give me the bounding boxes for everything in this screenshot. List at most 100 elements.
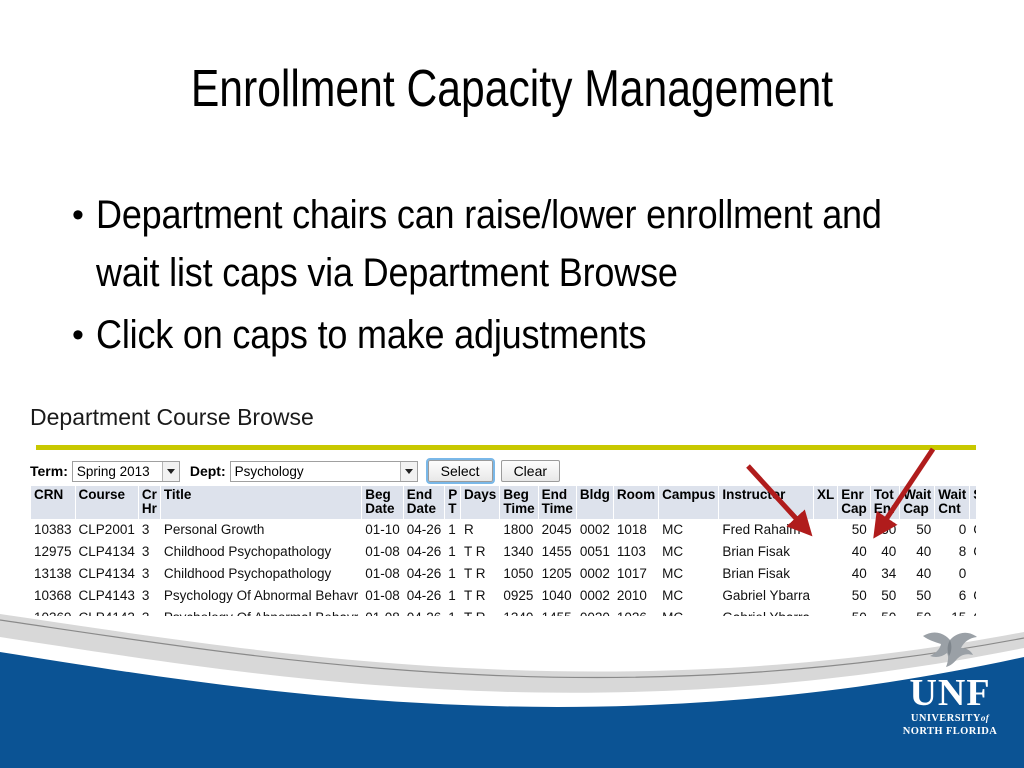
cell-cr-hr: 3 — [138, 541, 160, 563]
bullet-text: Click on caps to make adjustments — [96, 313, 647, 357]
cell-tot-enr: 34 — [870, 563, 900, 585]
cell-instructor: Brian Fisak — [719, 541, 813, 563]
cell-wait-cap[interactable]: 50 — [900, 519, 935, 541]
cell-room: 1018 — [613, 519, 659, 541]
cell-end-date: 04-26 — [403, 563, 445, 585]
cell-campus: MC — [659, 519, 719, 541]
cell-wait-cap[interactable]: 40 — [900, 563, 935, 585]
department-course-browse-screenshot: Department Course Browse Term: Spring 20… — [30, 404, 976, 616]
cell-crn[interactable]: 13138 — [31, 563, 75, 585]
cell-room: 1103 — [613, 541, 659, 563]
col-pt[interactable]: P T — [445, 486, 461, 519]
cell-status: Closed — [970, 519, 976, 541]
col-end-date[interactable]: End Date — [403, 486, 445, 519]
col-bldg[interactable]: Bldg — [576, 486, 613, 519]
bullet-dot-icon: • — [72, 316, 84, 354]
cell-course: CLP2001 — [75, 519, 138, 541]
clear-button[interactable]: Clear — [500, 460, 561, 482]
bullet-list: • Department chairs can raise/lower enro… — [60, 186, 990, 368]
cell-instructor: Fred Rahaim — [719, 519, 813, 541]
cell-end-time: 1455 — [538, 541, 576, 563]
app-heading: Department Course Browse — [30, 404, 314, 430]
cell-wait-cap[interactable]: 40 — [900, 541, 935, 563]
cell-wait-cnt: 0 — [935, 563, 970, 585]
cell-wait-cnt: 0 — [935, 519, 970, 541]
col-days[interactable]: Days — [461, 486, 500, 519]
dept-select-value: Psychology — [234, 463, 304, 479]
cell-status — [970, 563, 976, 585]
col-end-time[interactable]: End Time — [538, 486, 576, 519]
chevron-down-icon — [399, 461, 417, 481]
cell-xl — [813, 541, 838, 563]
dept-label: Dept: — [189, 463, 226, 479]
unf-sub-university: UNIVERSITYof — [898, 712, 1002, 725]
course-table: CRN Course Cr Hr Title Beg Date End Date… — [30, 486, 976, 616]
slide-footer: UNF UNIVERSITYof NORTH FLORIDA — [0, 600, 1024, 768]
col-wait-cap[interactable]: Wait Cap — [900, 486, 935, 519]
list-item: • Click on caps to make adjustments — [60, 306, 990, 364]
term-select[interactable]: Spring 2013 — [71, 460, 180, 482]
col-crn[interactable]: CRN — [31, 486, 75, 519]
cell-days: T R — [461, 541, 500, 563]
chevron-down-icon — [161, 461, 179, 481]
cell-course: CLP4134 — [75, 541, 138, 563]
cell-beg-date: 01-08 — [362, 563, 403, 585]
col-beg-time[interactable]: Beg Time — [500, 486, 538, 519]
col-status[interactable]: Status — [970, 486, 976, 519]
table-row[interactable]: 12975 CLP4134 3 Childhood Psychopathology 01… — [31, 541, 976, 563]
cell-xl — [813, 519, 838, 541]
cell-tot-enr: 40 — [870, 541, 900, 563]
table-header-row: CRN Course Cr Hr Title Beg Date End Date… — [31, 486, 976, 519]
col-wait-cnt[interactable]: Wait Cnt — [935, 486, 970, 519]
col-course[interactable]: Course — [75, 486, 138, 519]
cell-beg-date: 01-10 — [362, 519, 403, 541]
cell-cr-hr: 3 — [138, 519, 160, 541]
unf-sub-university-text: UNIVERSITY — [910, 713, 981, 724]
cell-instructor: Brian Fisak — [719, 563, 813, 585]
col-tot-enr[interactable]: Tot Enr — [870, 486, 900, 519]
table-header: CRN Course Cr Hr Title Beg Date End Date… — [31, 486, 976, 519]
cell-bldg: 0002 — [576, 519, 613, 541]
cell-tot-enr: 50 — [870, 519, 900, 541]
cell-crn[interactable]: 10383 — [31, 519, 75, 541]
cell-enr-cap[interactable]: 40 — [838, 541, 870, 563]
cell-title: Childhood Psychopathology — [160, 541, 362, 563]
col-enr-cap[interactable]: Enr Cap — [838, 486, 870, 519]
unf-sub-state: NORTH FLORIDA — [902, 726, 998, 737]
list-item: • Department chairs can raise/lower enro… — [60, 186, 990, 302]
col-room[interactable]: Room — [613, 486, 659, 519]
cell-days: T R — [461, 563, 500, 585]
cell-enr-cap[interactable]: 40 — [838, 563, 870, 585]
cell-crn[interactable]: 12975 — [31, 541, 75, 563]
dept-select[interactable]: Psychology — [229, 460, 418, 482]
select-button[interactable]: Select — [425, 458, 495, 484]
cell-bldg: 0002 — [576, 563, 613, 585]
cell-cr-hr: 3 — [138, 563, 160, 585]
cell-end-time: 1205 — [538, 563, 576, 585]
cell-campus: MC — [659, 563, 719, 585]
cell-beg-time: 1050 — [500, 563, 538, 585]
col-instructor[interactable]: Instructor — [719, 486, 813, 519]
cell-pt: 1 — [445, 563, 461, 585]
col-campus[interactable]: Campus — [659, 486, 719, 519]
cell-campus: MC — [659, 541, 719, 563]
cell-end-date: 04-26 — [403, 519, 445, 541]
term-select-value: Spring 2013 — [76, 463, 150, 479]
col-xl[interactable]: XL — [813, 486, 838, 519]
cell-wait-cnt: 8 — [935, 541, 970, 563]
cell-beg-time: 1800 — [500, 519, 538, 541]
cell-beg-date: 01-08 — [362, 541, 403, 563]
table-row[interactable]: 13138 CLP4134 3 Childhood Psychopathology 01… — [31, 563, 976, 585]
col-cr-hr[interactable]: Cr Hr — [138, 486, 160, 519]
cell-status: Closed — [970, 541, 976, 563]
col-title[interactable]: Title — [160, 486, 362, 519]
bullet-text: Department chairs can raise/lower enroll… — [96, 193, 882, 295]
cell-bldg: 0051 — [576, 541, 613, 563]
unf-wordmark: UNF — [909, 672, 991, 714]
accent-divider — [36, 445, 976, 450]
cell-pt: 1 — [445, 541, 461, 563]
col-beg-date[interactable]: Beg Date — [362, 486, 403, 519]
table-row[interactable]: 10383 CLP2001 3 Personal Growth 01-10 04-26 1 R… — [31, 519, 976, 541]
cell-end-time: 2045 — [538, 519, 576, 541]
cell-enr-cap[interactable]: 50 — [838, 519, 870, 541]
